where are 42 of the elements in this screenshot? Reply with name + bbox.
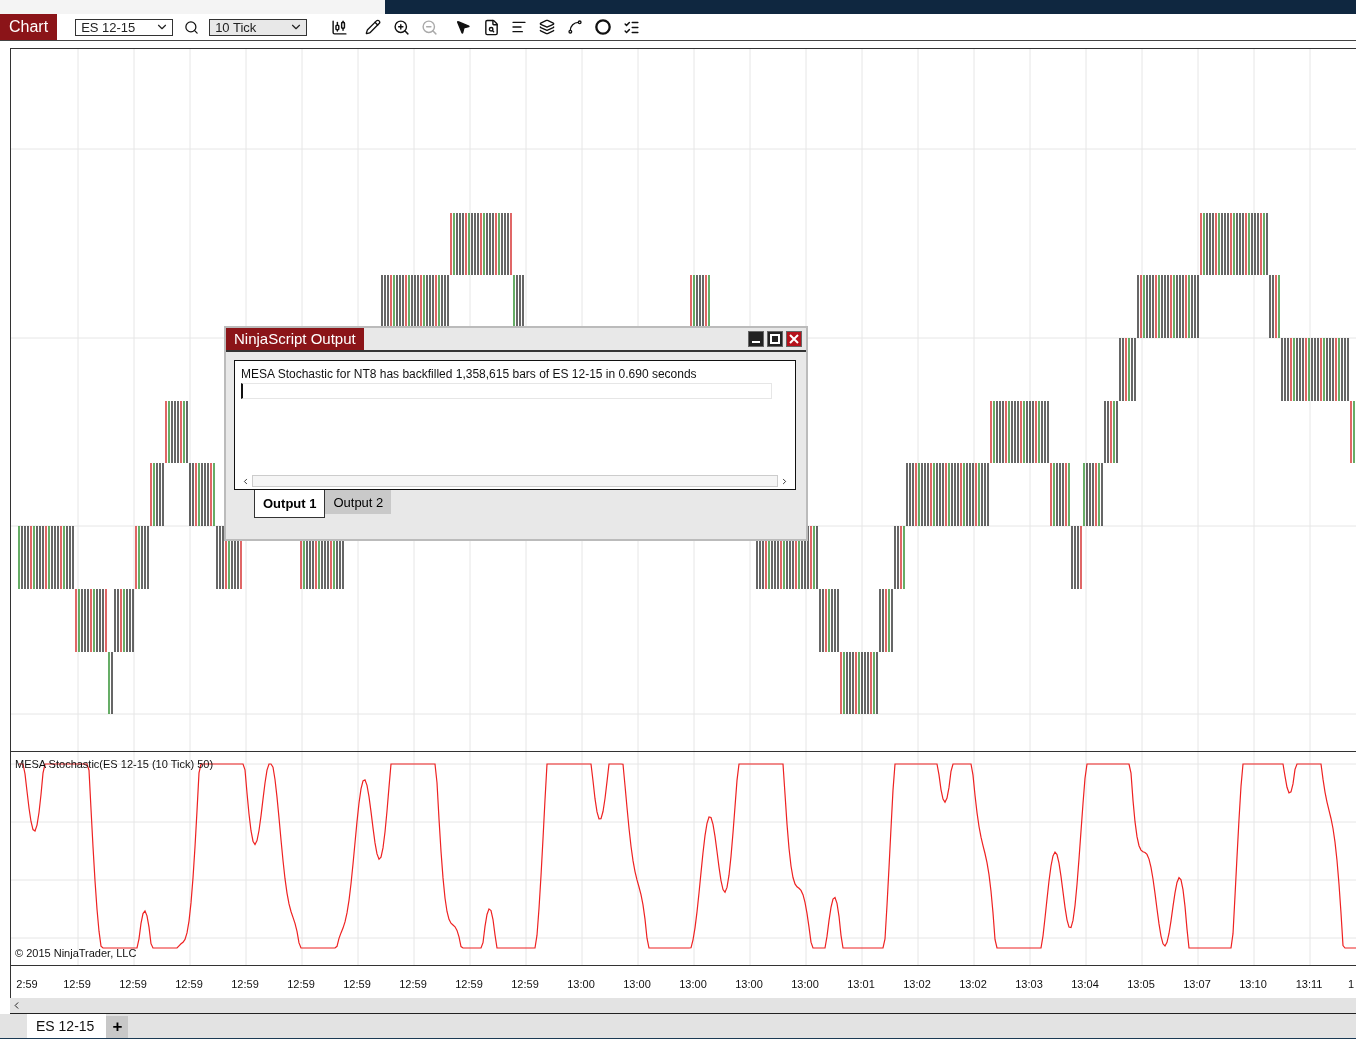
- time-label: 13:01: [847, 978, 875, 990]
- time-label: 12:59: [343, 978, 371, 990]
- time-label: 13:11: [1295, 978, 1323, 990]
- time-label: 13:00: [791, 978, 819, 990]
- output-tab[interactable]: Output 1: [254, 490, 326, 518]
- time-label: 13:02: [959, 978, 987, 990]
- indicator-label: MESA Stochastic(ES 12-15 (10 Tick) 50): [15, 758, 214, 770]
- scrollbar-track[interactable]: [252, 475, 778, 487]
- time-label: 13:03: [1015, 978, 1043, 990]
- chart-title[interactable]: Chart: [0, 14, 58, 40]
- add-tab-button[interactable]: +: [106, 1016, 129, 1038]
- interval-select[interactable]: 10 Tick: [209, 18, 308, 36]
- minimize-button[interactable]: [748, 331, 764, 347]
- instrument-select[interactable]: ES 12-15: [75, 18, 174, 36]
- time-label: 12:59: [63, 978, 91, 990]
- time-label: 13:00: [735, 978, 763, 990]
- scroll-left-icon[interactable]: [241, 476, 250, 486]
- time-label: 13:07: [1183, 978, 1211, 990]
- time-label: 13:00: [679, 978, 707, 990]
- time-label: 13:02: [903, 978, 931, 990]
- time-label: 1: [1347, 978, 1355, 990]
- chart-tab[interactable]: ES 12-15: [27, 1014, 107, 1038]
- time-label: 12:59: [287, 978, 315, 990]
- time-label: 13:00: [567, 978, 595, 990]
- time-label: 13:00: [623, 978, 651, 990]
- copyright-text: © 2015 NinjaTrader, LLC: [15, 947, 137, 959]
- time-label: 13:10: [1239, 978, 1267, 990]
- circle-icon[interactable]: [593, 17, 614, 37]
- window-title: NinjaScript Output: [226, 328, 364, 350]
- time-label: 2:59: [16, 978, 38, 990]
- time-label: 12:59: [175, 978, 203, 990]
- time-label: 13:04: [1071, 978, 1099, 990]
- output-tab[interactable]: Output 2: [325, 490, 392, 514]
- input-field[interactable]: [241, 383, 772, 399]
- time-label: 12:59: [455, 978, 483, 990]
- time-label: 12:59: [399, 978, 427, 990]
- time-label: 13:05: [1127, 978, 1155, 990]
- time-label: 12:59: [511, 978, 539, 990]
- time-label: 12:59: [231, 978, 259, 990]
- time-label: 12:59: [119, 978, 147, 990]
- output-message: MESA Stochastic for NT8 has backfilled 1,358,615 bars of ES 12-15 in 0.690 seconds: [241, 367, 698, 381]
- scroll-right-icon[interactable]: [780, 476, 789, 486]
